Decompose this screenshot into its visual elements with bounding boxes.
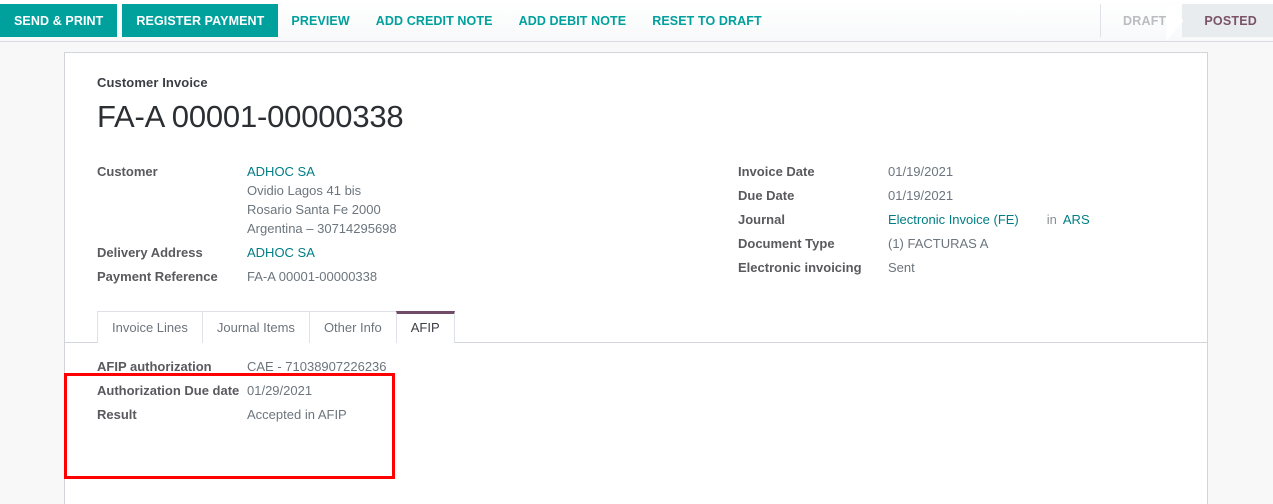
send-and-print-button[interactable]: SEND & PRINT [0,4,118,37]
field-row-delivery-address: Delivery Address ADHOC SA [97,243,636,267]
field-row-electronic-invoicing: Electronic invoicing Sent [738,258,1175,282]
tab-other-info[interactable]: Other Info [308,310,397,343]
customer-address-line-2: Rosario Santa Fe 2000 [247,201,381,217]
delivery-address-value-cell: ADHOC SA [247,243,636,267]
tab-journal-items[interactable]: Journal Items [201,310,310,343]
tab-afip[interactable]: AFIP [395,310,455,343]
add-credit-note-button[interactable]: ADD CREDIT NOTE [363,0,506,41]
field-row-invoice-date: Invoice Date 01/19/2021 [738,162,1175,186]
field-row-afip-authorization: AFIP authorization CAE - 71038907226236 [97,357,1175,381]
afip-due-date-value: 01/29/2021 [247,382,313,398]
afip-result-label: Result [97,406,137,422]
afip-authorization-label: AFIP authorization [97,358,212,374]
tab-invoice-lines[interactable]: Invoice Lines [97,310,203,343]
action-button-group: SEND & PRINT REGISTER PAYMENT PREVIEW AD… [0,0,775,41]
control-panel: SEND & PRINT REGISTER PAYMENT PREVIEW AD… [0,0,1273,42]
currency-link[interactable]: ARS [1063,212,1090,227]
journal-link[interactable]: Electronic Invoice (FE) [888,212,1019,227]
customer-address-line-1: Ovidio Lagos 41 bis [247,182,362,198]
tab-panel-afip: AFIP authorization CAE - 71038907226236 … [97,343,1175,429]
notebook: Invoice Lines Journal Items Other Info A… [65,310,1207,429]
register-payment-button[interactable]: REGISTER PAYMENT [122,4,279,37]
electronic-invoicing-label: Electronic invoicing [738,259,862,275]
add-debit-note-button[interactable]: ADD DEBIT NOTE [506,0,640,41]
status-bar: DRAFT POSTED [1100,4,1273,37]
payment-reference-label: Payment Reference [97,268,218,284]
afip-result-value: Accepted in AFIP [247,406,347,422]
field-row-afip-due-date: Authorization Due date 01/29/2021 [97,381,1175,405]
page-title: FA-A 00001-00000338 [97,99,404,134]
customer-label: Customer [97,163,158,179]
field-row-journal: Journal Electronic Invoice (FE) in ARS [738,210,1175,234]
document-type-heading: Customer Invoice [97,75,208,90]
invoice-sheet: Customer Invoice FA-A 00001-00000338 Cus… [64,52,1208,504]
afip-fields-table: AFIP authorization CAE - 71038907226236 … [97,357,1175,429]
field-row-due-date: Due Date 01/19/2021 [738,186,1175,210]
tab-list: Invoice Lines Journal Items Other Info A… [65,310,1207,343]
afip-authorization-value: CAE - 71038907226236 [247,358,387,374]
status-posted[interactable]: POSTED [1182,4,1273,37]
due-date-value[interactable]: 01/19/2021 [888,186,1175,210]
field-row-payment-reference: Payment Reference FA-A 00001-00000338 [97,267,636,291]
customer-value-cell: ADHOC SA Ovidio Lagos 41 bis Rosario San… [247,162,636,243]
afip-due-date-label: Authorization Due date [97,382,240,398]
invoice-date-label: Invoice Date [738,163,815,179]
preview-button[interactable]: PREVIEW [278,0,362,41]
electronic-invoicing-value: Sent [888,259,915,275]
due-date-label: Due Date [738,187,795,203]
page-body: Customer Invoice FA-A 00001-00000338 Cus… [0,42,1273,504]
invoice-field-group: Customer ADHOC SA Ovidio Lagos 41 bis Ro… [97,162,1175,291]
journal-currency-separator: in [1046,211,1057,227]
invoice-fields-table: Invoice Date 01/19/2021 Due Date 01/19/2… [738,162,1175,282]
document-type-label: Document Type [738,235,835,251]
field-row-afip-result: Result Accepted in AFIP [97,405,1175,429]
right-field-column: Invoice Date 01/19/2021 Due Date 01/19/2… [636,162,1175,291]
document-type-value[interactable]: (1) FACTURAS A [888,234,1175,258]
delivery-address-link[interactable]: ADHOC SA [247,245,315,260]
reset-to-draft-button[interactable]: RESET TO DRAFT [639,0,775,41]
customer-fields-table: Customer ADHOC SA Ovidio Lagos 41 bis Ro… [97,162,636,291]
field-row-customer: Customer ADHOC SA Ovidio Lagos 41 bis Ro… [97,162,636,243]
journal-label: Journal [738,211,785,227]
field-row-document-type: Document Type (1) FACTURAS A [738,234,1175,258]
status-draft[interactable]: DRAFT [1101,4,1182,37]
customer-address-line-3: Argentina – 30714295698 [247,220,397,236]
delivery-address-label: Delivery Address [97,244,203,260]
left-field-column: Customer ADHOC SA Ovidio Lagos 41 bis Ro… [97,162,636,291]
invoice-date-value[interactable]: 01/19/2021 [888,162,1175,186]
customer-link[interactable]: ADHOC SA [247,164,315,179]
journal-value-cell: Electronic Invoice (FE) in ARS [888,210,1175,234]
payment-reference-value[interactable]: FA-A 00001-00000338 [247,267,636,291]
